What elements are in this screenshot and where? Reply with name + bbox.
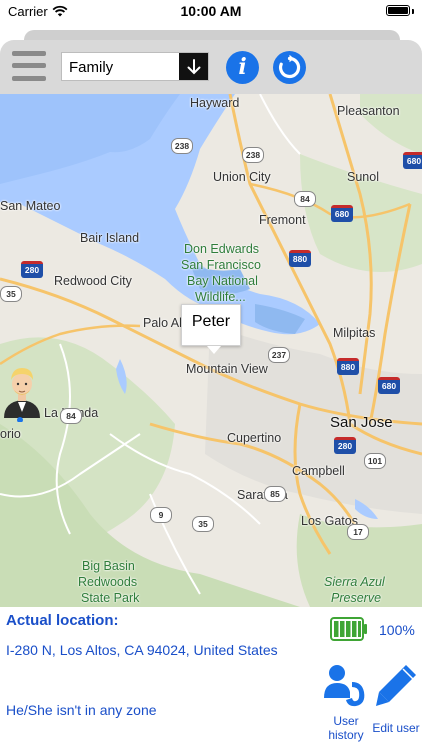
highway-shield-85: 85 (264, 486, 286, 502)
hamburger-menu-icon[interactable] (12, 49, 46, 83)
map-label-sierra-azul-1: Sierra Azul (324, 575, 385, 589)
map-label-big-basin-1: Big Basin (82, 559, 135, 573)
map-label-san-mateo: San Mateo (0, 199, 61, 213)
highway-shield-280: 280 (21, 261, 43, 278)
group-selector-value: Family (69, 59, 114, 76)
map-label-pleasanton: Pleasanton (337, 104, 400, 118)
info-icon[interactable]: i (226, 51, 259, 84)
highway-shield-237: 237 (268, 347, 290, 363)
actual-location-label: Actual location: (6, 612, 119, 629)
address-text: I-280 N, Los Altos, CA 94024, United Sta… (6, 642, 278, 658)
highway-shield-35: 35 (192, 516, 214, 532)
map-label-bair-island: Bair Island (80, 231, 140, 245)
user-history-label-1: User (333, 714, 359, 728)
callout-tail (207, 346, 221, 354)
map-label-refuge-1: Don Edwards (184, 242, 260, 256)
highway-shield-280: 280 (334, 437, 356, 454)
highway-shield-35: 35 (0, 286, 22, 302)
map-label-hayward: Hayward (190, 96, 240, 110)
zone-status-text: He/She isn't in any zone (6, 702, 157, 718)
map-label-union-city: Union City (213, 170, 271, 184)
highway-shield-9: 9 (150, 507, 172, 523)
edit-user-button[interactable]: Edit user (370, 662, 422, 746)
map-label-milpitas: Milpitas (333, 326, 376, 340)
edit-user-label: Edit user (372, 721, 420, 735)
map-label-cupertino: Cupertino (227, 431, 282, 445)
pencil-icon (376, 665, 416, 706)
map-label-refuge-2: San Francisco (181, 258, 261, 272)
highway-shield-880: 880 (289, 250, 311, 267)
map-label-san-jose: San Jose (330, 414, 393, 431)
status-battery-tip (412, 9, 414, 14)
highway-shield-680: 680 (331, 205, 353, 222)
map-label-fremont: Fremont (259, 213, 306, 227)
map-label-campbell: Campbell (292, 464, 345, 478)
highway-shield-238: 238 (242, 147, 264, 163)
refresh-icon[interactable] (273, 51, 306, 84)
person-callout[interactable]: Peter (181, 304, 241, 354)
highway-shield-680: 680 (378, 377, 400, 394)
group-selector[interactable]: Family (61, 52, 209, 81)
user-history-label-2: history (328, 728, 364, 742)
map-label-sunol: Sunol (347, 170, 379, 184)
map-view[interactable]: Hayward Pleasanton Union City Sunol San … (0, 94, 422, 607)
user-history-icon (324, 665, 365, 707)
map-label-orio: orio (0, 427, 21, 441)
user-history-button[interactable]: User history (322, 662, 370, 746)
arrow-down-icon[interactable] (179, 53, 208, 80)
map-label-sierra-azul-2: Preserve (331, 591, 382, 605)
map-label-big-basin-3: State Park (81, 591, 140, 605)
highway-shield-680: 680 (403, 152, 422, 169)
status-battery-icon (386, 5, 410, 16)
map-label-refuge-3: Bay National (187, 274, 258, 288)
map-label-big-basin-2: Redwoods (78, 575, 138, 589)
highway-shield-84: 84 (294, 191, 316, 207)
person-callout-name: Peter (191, 313, 231, 330)
highway-shield-84: 84 (60, 408, 82, 424)
clock: 10:00 AM (180, 3, 242, 19)
battery-icon (330, 617, 367, 641)
person-avatar-marker[interactable] (0, 362, 44, 422)
map-label-redwood-city: Redwood City (54, 274, 132, 288)
map-label-refuge-4: Wildlife... (195, 290, 246, 304)
highway-shield-101: 101 (364, 453, 386, 469)
highway-shield-238: 238 (171, 138, 193, 154)
highway-shield-17: 17 (347, 524, 369, 540)
battery-percent: 100% (379, 622, 415, 638)
highway-shield-880: 880 (337, 358, 359, 375)
status-bar: Carrier 10:00 AM (0, 0, 422, 24)
map-label-mountain-view: Mountain View (186, 362, 268, 376)
